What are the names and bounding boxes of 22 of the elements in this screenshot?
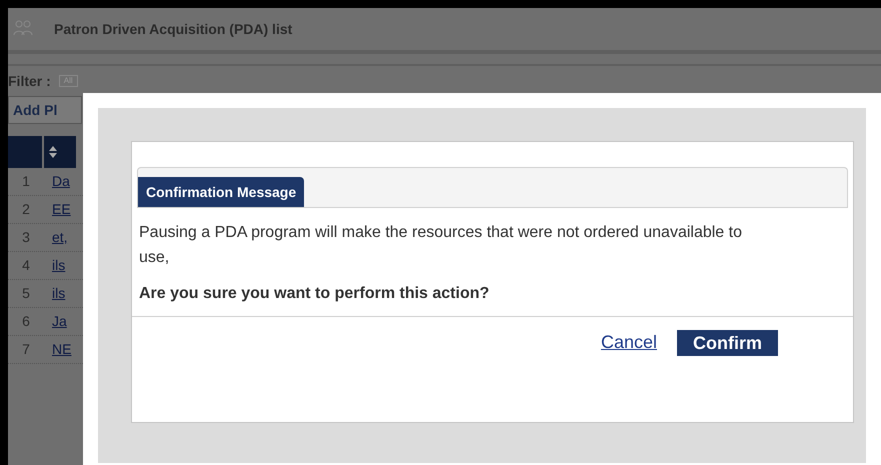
row-number: 4: [21, 256, 31, 275]
row-number: 1: [21, 172, 31, 191]
cancel-link[interactable]: Cancel: [600, 329, 657, 356]
sort-icon[interactable]: [48, 144, 58, 160]
add-button[interactable]: Add Pl: [8, 96, 82, 124]
row-number: 5: [21, 284, 31, 303]
row-link[interactable]: EE: [52, 199, 71, 220]
filter-label: Filter :: [8, 72, 51, 90]
row-link[interactable]: Da: [52, 171, 70, 192]
question-text: Are you sure you want to perform this action?: [139, 284, 490, 304]
confirm-button[interactable]: Confirm: [677, 330, 778, 356]
row-number: 3: [21, 228, 31, 247]
row-link[interactable]: NE: [52, 339, 72, 360]
row-link[interactable]: et,: [52, 227, 68, 248]
page-title: Patron Driven Acquisition (PDA) list: [54, 20, 292, 39]
row-number: 6: [21, 312, 31, 331]
row-link[interactable]: Ja: [52, 311, 67, 332]
row-link[interactable]: ils: [52, 283, 66, 304]
row-number: 2: [21, 200, 31, 219]
message-text: Pausing a PDA program will make the resources that were not ordered unavailable to use,: [139, 223, 743, 268]
row-number: 7: [21, 340, 31, 359]
row-link[interactable]: ils: [52, 255, 66, 276]
